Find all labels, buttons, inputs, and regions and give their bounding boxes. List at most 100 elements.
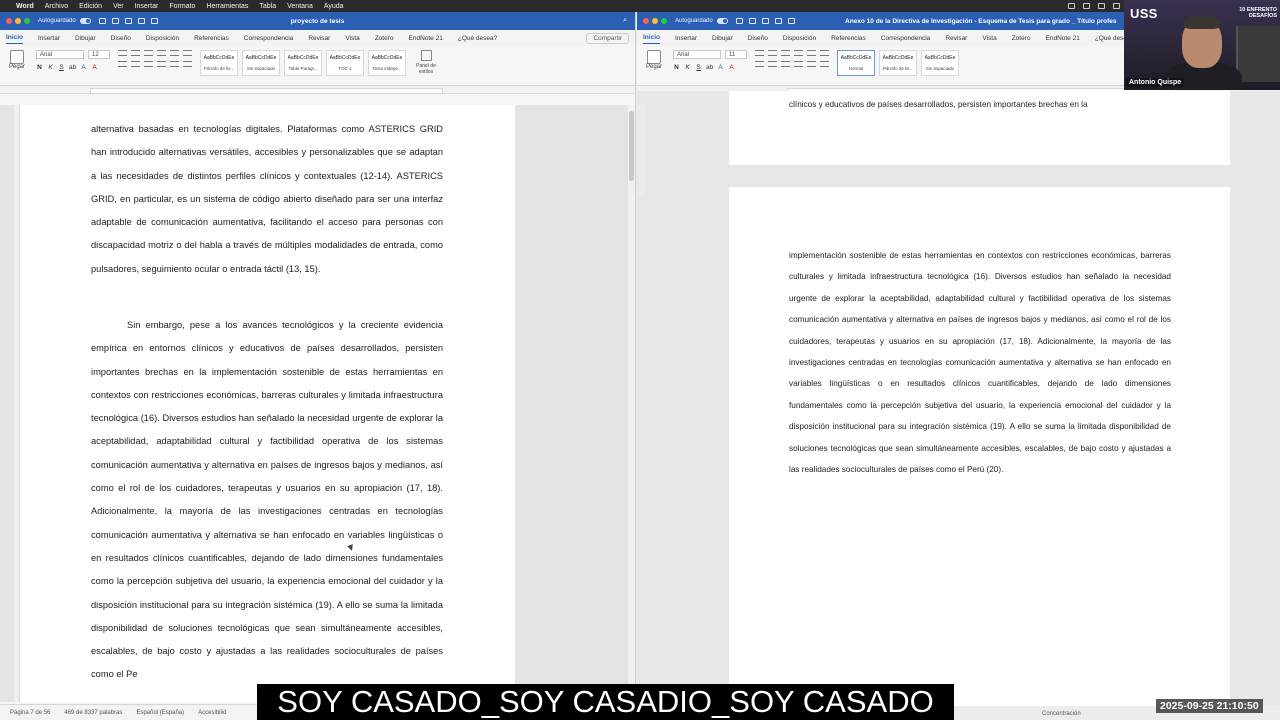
style-card[interactable]: AaBbCcDdEe Texto indepe...	[368, 50, 406, 76]
print-icon[interactable]	[150, 18, 158, 24]
numbering-icon[interactable]	[131, 50, 140, 56]
multilevel-list-icon[interactable]	[781, 50, 790, 56]
bullets-icon[interactable]	[755, 50, 764, 56]
pilcrow-icon[interactable]	[820, 50, 829, 56]
battery-icon[interactable]	[1098, 3, 1105, 9]
autosave-toggle[interactable]	[79, 18, 91, 24]
bold-icon[interactable]: N	[673, 64, 680, 71]
text-effects-icon[interactable]: A	[717, 64, 724, 71]
tab-insertar[interactable]: Insertar	[675, 33, 697, 44]
italic-icon[interactable]: K	[47, 64, 54, 71]
focus-mode-status[interactable]: Concentración	[1042, 711, 1081, 717]
document-page[interactable]: implementación sostenible de estas herra…	[729, 187, 1230, 706]
body-paragraph[interactable]: implementación sostenible de estas herra…	[789, 245, 1171, 480]
menu-herramientas[interactable]: Herramientas	[206, 3, 248, 10]
italic-icon[interactable]: K	[684, 64, 691, 71]
home-icon[interactable]	[98, 18, 106, 24]
underline-icon[interactable]: S	[695, 64, 702, 71]
menu-archivo[interactable]: Archivo	[45, 3, 68, 10]
fullscreen-window-icon[interactable]	[661, 18, 667, 24]
strikethrough-icon[interactable]: ab	[706, 64, 713, 71]
menu-word[interactable]: Word	[16, 3, 34, 10]
tab-disposicion[interactable]: Disposición	[146, 33, 179, 44]
tab-endnote[interactable]: EndNote 21	[1046, 33, 1080, 44]
tell-me-search[interactable]: ¿Qué desea?	[458, 33, 497, 44]
tab-vista[interactable]: Vista	[982, 33, 996, 44]
tab-revisar[interactable]: Revisar	[308, 33, 330, 44]
bold-icon[interactable]: N	[36, 64, 43, 71]
tab-disposicion[interactable]: Disposición	[783, 33, 816, 44]
menu-ayuda[interactable]: Ayuda	[324, 3, 344, 10]
style-card[interactable]: AaBbCcDdEe Párrafo de lis...	[879, 50, 917, 76]
tab-referencias[interactable]: Referencias	[831, 33, 866, 44]
menu-ver[interactable]: Ver	[113, 3, 124, 10]
close-window-icon[interactable]	[6, 18, 12, 24]
style-card[interactable]: AaBbCcDdEe Sin espaciado	[921, 50, 959, 76]
body-paragraph[interactable]: alternativa basadas en tecnologías digit…	[91, 118, 443, 281]
body-paragraph[interactable]: Sin embargo, pese a los avances tecnológ…	[91, 314, 443, 687]
print-icon[interactable]	[787, 18, 795, 24]
document-page[interactable]: alternativa basadas en tecnologías digit…	[14, 105, 515, 702]
align-right-icon[interactable]	[781, 61, 790, 67]
word-count[interactable]: 469 de 8337 palabras	[64, 710, 122, 716]
increase-indent-icon[interactable]	[170, 50, 179, 56]
autosave-toggle[interactable]	[716, 18, 728, 24]
tab-zotero[interactable]: Zotero	[375, 33, 394, 44]
menu-edicion[interactable]: Edición	[79, 3, 102, 10]
font-color-icon[interactable]: A	[91, 64, 98, 71]
justify-icon[interactable]	[794, 61, 803, 67]
style-card[interactable]: AaBbCcDdEe Table Paragr...	[284, 50, 322, 76]
font-name-select[interactable]: Arial	[36, 50, 84, 59]
document-page[interactable]: clínicos y educativos de países desarrol…	[729, 91, 1230, 165]
tab-diseno[interactable]: Diseño	[748, 33, 768, 44]
share-button[interactable]: Compartir	[586, 32, 629, 44]
justify-icon[interactable]	[157, 61, 166, 67]
tab-zotero[interactable]: Zotero	[1012, 33, 1031, 44]
align-left-icon[interactable]	[755, 61, 764, 67]
paste-group[interactable]: Pegar	[643, 50, 665, 70]
tab-inicio[interactable]: Inicio	[643, 32, 660, 44]
align-center-icon[interactable]	[131, 61, 140, 67]
language-status[interactable]: Español (España)	[136, 710, 184, 716]
align-left-icon[interactable]	[118, 61, 127, 67]
style-card[interactable]: AaBbCcDdEe TOC 1	[326, 50, 364, 76]
tab-inicio[interactable]: Inicio	[6, 32, 23, 44]
horizontal-ruler[interactable]	[0, 86, 635, 94]
borders-icon[interactable]	[820, 61, 829, 67]
font-size-select[interactable]: 12	[88, 50, 110, 59]
text-effects-icon[interactable]: A	[80, 64, 87, 71]
borders-icon[interactable]	[183, 61, 192, 67]
line-spacing-icon[interactable]	[807, 61, 816, 67]
style-card[interactable]: AaBbCcDdEe Sin espaciado	[242, 50, 280, 76]
tab-correspondencia[interactable]: Correspondencia	[881, 33, 931, 44]
menu-formato[interactable]: Formato	[169, 3, 195, 10]
screen-record-icon[interactable]	[1068, 3, 1075, 9]
tab-insertar[interactable]: Insertar	[38, 33, 60, 44]
line-spacing-icon[interactable]	[170, 61, 179, 67]
style-card[interactable]: AaBbCcDdEe Normal	[837, 50, 875, 76]
redo-icon[interactable]	[137, 18, 145, 24]
menu-tabla[interactable]: Tabla	[259, 3, 276, 10]
bullets-icon[interactable]	[118, 50, 127, 56]
tab-dibujar[interactable]: Dibujar	[712, 33, 733, 44]
redo-icon[interactable]	[774, 18, 782, 24]
wifi-icon[interactable]	[1083, 3, 1090, 9]
decrease-indent-icon[interactable]	[157, 50, 166, 56]
align-right-icon[interactable]	[144, 61, 153, 67]
save-icon[interactable]	[748, 18, 756, 24]
font-color-icon[interactable]: A	[728, 64, 735, 71]
body-paragraph[interactable]: clínicos y educativos de países desarrol…	[789, 94, 1171, 115]
decrease-indent-icon[interactable]	[794, 50, 803, 56]
vertical-scrollbar[interactable]	[637, 105, 645, 195]
menu-ventana[interactable]: Ventana	[287, 3, 313, 10]
home-icon[interactable]	[735, 18, 743, 24]
undo-icon[interactable]	[761, 18, 769, 24]
numbering-icon[interactable]	[768, 50, 777, 56]
save-icon[interactable]	[111, 18, 119, 24]
tab-correspondencia[interactable]: Correspondencia	[244, 33, 294, 44]
font-name-select[interactable]: Arial	[673, 50, 721, 59]
accessibility-status[interactable]: Accesibilid	[198, 710, 226, 716]
styles-pane-button[interactable]: Panel de estilos	[414, 50, 438, 75]
search-icon[interactable]	[1113, 3, 1120, 9]
fullscreen-window-icon[interactable]	[24, 18, 30, 24]
